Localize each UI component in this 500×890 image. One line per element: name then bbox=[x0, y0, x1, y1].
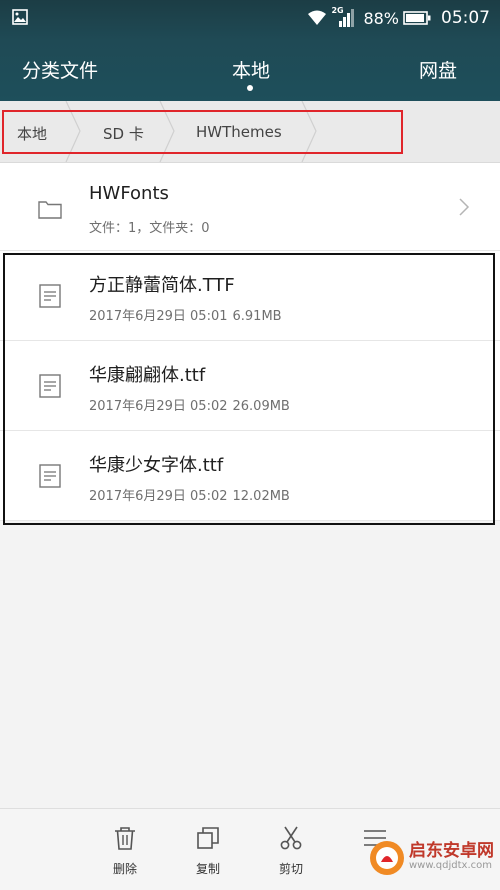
cut-button[interactable]: 剪切 bbox=[266, 825, 316, 877]
folder-count: 文件：1，文件夹：0 bbox=[89, 221, 210, 236]
scissors-icon bbox=[280, 826, 302, 850]
tab-category-files[interactable]: 分类文件 bbox=[22, 56, 98, 83]
wifi-icon bbox=[308, 10, 327, 25]
clock: 05:07 bbox=[441, 8, 490, 28]
battery-icon bbox=[403, 11, 431, 25]
watermark-title: 启东安卓网 bbox=[409, 841, 494, 862]
breadcrumb-highlight-box bbox=[2, 110, 403, 154]
gallery-icon bbox=[12, 9, 28, 25]
tab-cloud-drive[interactable]: 网盘 bbox=[419, 56, 457, 83]
files-highlight-box bbox=[3, 253, 495, 525]
tab-local[interactable]: 本地 bbox=[232, 56, 270, 83]
delete-button[interactable]: 删除 bbox=[100, 825, 150, 877]
copy-icon bbox=[197, 827, 219, 849]
folder-name: HWFonts bbox=[89, 183, 169, 204]
folder-row-hwfonts[interactable]: HWFonts 文件：1，文件夹：0 bbox=[0, 163, 500, 251]
status-bar: 2G 88% 05:07 bbox=[0, 0, 500, 36]
watermark-logo-icon bbox=[370, 840, 404, 875]
copy-label: 复制 bbox=[195, 862, 220, 876]
cut-label: 剪切 bbox=[278, 862, 303, 876]
network-type: 2G bbox=[331, 6, 344, 15]
folder-icon bbox=[38, 201, 62, 219]
delete-label: 删除 bbox=[112, 862, 137, 876]
battery-percent: 88% bbox=[363, 8, 399, 28]
site-watermark: 启东安卓网 www.qdjdtx.com bbox=[369, 830, 494, 885]
chevron-right-icon bbox=[459, 198, 470, 216]
selected-tab-indicator bbox=[247, 85, 253, 91]
copy-button[interactable]: 复制 bbox=[183, 825, 233, 877]
signal-indicator: 2G bbox=[331, 6, 355, 28]
app-header: 2G 88% 05:07 分类文件 本地 网盘 bbox=[0, 0, 500, 101]
watermark-url: www.qdjdtx.com bbox=[409, 860, 492, 872]
trash-icon bbox=[115, 827, 135, 850]
